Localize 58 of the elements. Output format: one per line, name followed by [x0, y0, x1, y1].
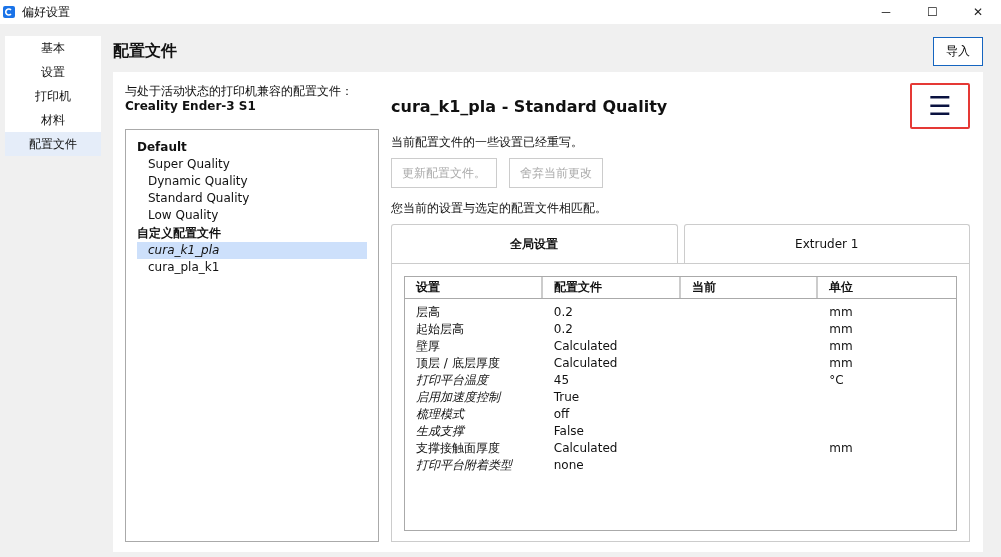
table-cell: mm	[829, 322, 853, 336]
profile-item[interactable]: Super Quality	[137, 156, 367, 173]
profile-item[interactable]: Low Quality	[137, 207, 367, 224]
table-cell-text: 生成支撑	[415, 423, 467, 440]
table-cell-text: 45	[552, 372, 571, 389]
table-cell-text: False	[552, 423, 585, 440]
table-cell: mm	[829, 305, 853, 319]
tab[interactable]: 全局设置	[391, 224, 678, 263]
table-cell-text: 支撑接触面厚度	[415, 440, 501, 457]
table-cell-text: 层高	[415, 304, 441, 321]
profile-title: cura_k1_pla - Standard Quality	[391, 96, 668, 116]
table-cell: mm	[829, 339, 853, 353]
sidebar-item[interactable]: 设置	[5, 60, 101, 84]
window-control-button[interactable]: ☐	[909, 0, 955, 24]
profile-item[interactable]: Standard Quality	[137, 190, 367, 207]
compatible-label: 与处于活动状态的打印机兼容的配置文件：	[125, 84, 354, 99]
table-cell-text: none	[552, 457, 585, 474]
table-cell-text: 梳理模式	[415, 406, 466, 423]
profile-item[interactable]: cura_pla_k1	[137, 259, 367, 276]
table-cell-text: Calculated	[552, 355, 619, 372]
table-cell-text: 0.2	[552, 304, 574, 321]
app-logo-icon	[3, 6, 15, 18]
tab[interactable]: Extruder 1	[683, 224, 970, 263]
column-header[interactable]: 单位	[818, 277, 956, 298]
menu-button[interactable]: ☰	[910, 83, 970, 129]
page-title: 配置文件	[113, 40, 177, 62]
window-control-button[interactable]: ✕	[955, 0, 1001, 24]
table-cell-text: 0.2	[552, 321, 574, 338]
match-note: 您当前的设置与选定的配置文件相匹配。	[391, 200, 608, 216]
window-control-button[interactable]: ─	[863, 0, 909, 24]
table-cell-text: True	[552, 389, 581, 406]
sidebar-item[interactable]: 打印机	[5, 84, 101, 108]
table-cell-text: Calculated	[552, 338, 619, 355]
table-cell-text: off	[552, 406, 571, 423]
group-title: Default	[137, 139, 188, 156]
table-cell-text: 顶层 / 底层厚度	[415, 355, 501, 372]
table-cell-text: 打印平台温度	[415, 372, 491, 389]
window-title: 偏好设置	[22, 3, 70, 21]
column-header[interactable]: 配置文件	[542, 277, 681, 298]
table-cell: °C	[829, 373, 844, 387]
sidebar-item[interactable]: 基本	[5, 36, 101, 60]
profile-item[interactable]: Dynamic Quality	[137, 173, 367, 190]
table-cell-text: 打印平台附着类型	[415, 457, 514, 474]
profile-item[interactable]: cura_k1_pla	[137, 242, 367, 259]
override-note: 当前配置文件的一些设置已经重写。	[391, 134, 584, 150]
group-title: 自定义配置文件	[137, 225, 222, 242]
table-cell-text: 起始层高	[415, 321, 465, 338]
printer-name: Creality Ender-3 S1	[125, 99, 257, 114]
import-button[interactable]: 导入	[933, 36, 983, 66]
column-header[interactable]: 设置	[405, 277, 543, 298]
table-cell-text: Calculated	[552, 440, 619, 457]
sidebar-item[interactable]: 配置文件	[5, 132, 101, 156]
table-cell-text: 壁厚	[415, 338, 441, 355]
table-cell-text: 启用加速度控制	[415, 389, 503, 406]
table-cell: mm	[829, 441, 853, 455]
column-header[interactable]: 当前	[680, 277, 819, 298]
sidebar-item[interactable]: 材料	[5, 108, 101, 132]
table-cell: mm	[829, 356, 853, 370]
